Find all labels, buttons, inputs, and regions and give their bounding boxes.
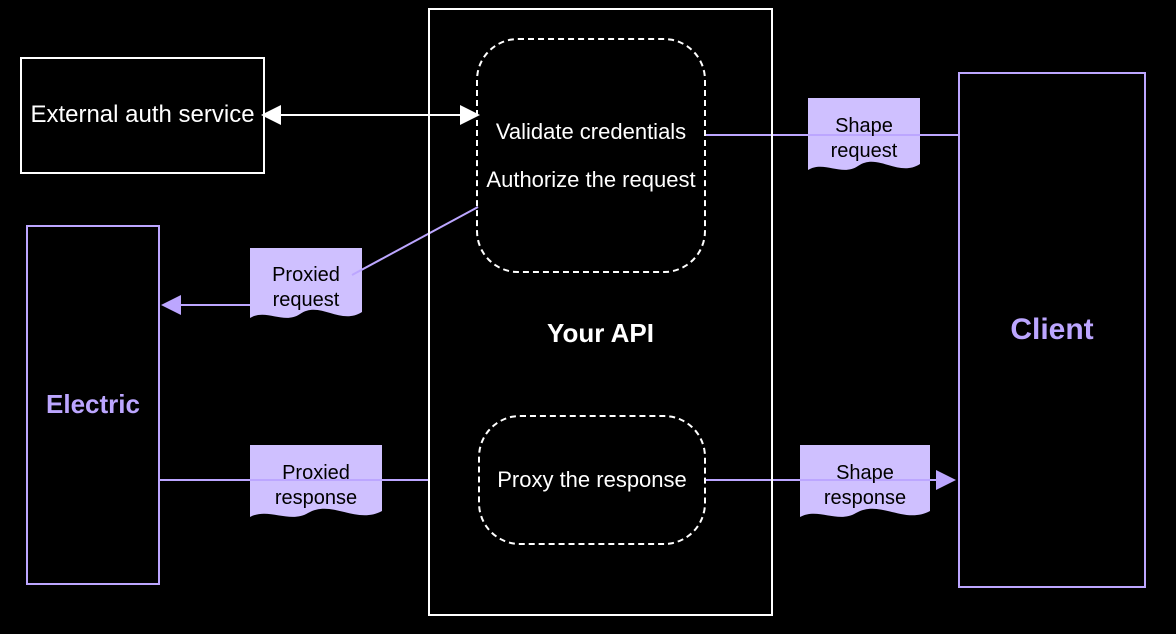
shape-request-label: Shape request [808,114,920,164]
proxied-response-label: Proxied response [250,461,382,511]
edge-label-shape-response: Shape response [800,445,930,527]
shape-response-label: Shape response [800,461,930,511]
proxy-response-label: Proxy the response [497,465,687,495]
edge-label-shape-request: Shape request [808,98,920,180]
node-client: Client [958,72,1146,588]
authorize-request-label: Authorize the request [486,165,695,195]
node-proxy-response: Proxy the response [478,415,706,545]
edge-label-proxied-request: Proxied request [250,248,362,328]
external-auth-label: External auth service [30,99,254,131]
node-external-auth: External auth service [20,57,265,174]
edge-label-proxied-response: Proxied response [250,445,382,527]
electric-label: Electric [46,387,140,422]
your-api-title: Your API [428,318,773,349]
proxied-request-label: Proxied request [250,263,362,313]
client-label: Client [1010,310,1093,351]
validate-credentials-label: Validate credentials [496,117,686,147]
node-electric: Electric [26,225,160,585]
node-validate-authorize: Validate credentials Authorize the reque… [476,38,706,273]
